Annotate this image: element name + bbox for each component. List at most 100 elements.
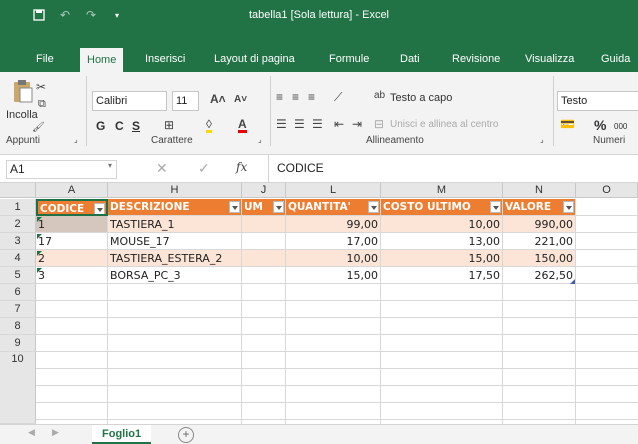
- cell-codice[interactable]: 17: [36, 233, 108, 250]
- align-center-icon[interactable]: ☰: [294, 117, 305, 131]
- empty-grid-area[interactable]: [36, 284, 638, 424]
- cell-um[interactable]: [242, 267, 286, 284]
- borders-icon[interactable]: ⊞: [164, 118, 174, 132]
- cell-um[interactable]: [242, 216, 286, 233]
- tab-help[interactable]: Guida: [601, 46, 630, 72]
- name-box-dropdown-icon[interactable]: ▾: [108, 161, 112, 170]
- cell-quantita[interactable]: 17,00: [286, 233, 381, 250]
- cell-o5[interactable]: [576, 267, 638, 284]
- dialog-launcher-icon[interactable]: ⌟: [540, 135, 544, 144]
- error-indicator-icon[interactable]: [37, 217, 42, 222]
- row-header[interactable]: 3: [0, 233, 36, 250]
- insert-function-icon[interactable]: fx: [236, 160, 247, 174]
- tab-file[interactable]: File: [36, 46, 54, 72]
- paste-label[interactable]: Incolla: [6, 109, 38, 121]
- tab-data[interactable]: Dati: [400, 46, 420, 72]
- column-header-h[interactable]: H: [108, 183, 242, 198]
- column-header-a[interactable]: A: [36, 183, 108, 198]
- column-header-m[interactable]: M: [381, 183, 503, 198]
- cell-descrizione[interactable]: BORSA_PC_3: [108, 267, 242, 284]
- percent-button[interactable]: %: [594, 117, 606, 133]
- column-header-n[interactable]: N: [503, 183, 576, 198]
- cell-descrizione[interactable]: TASTIERA_1: [108, 216, 242, 233]
- tab-page-layout[interactable]: Layout di pagina: [214, 46, 295, 72]
- indent-decrease-icon[interactable]: ⇤: [334, 117, 344, 131]
- column-header-l[interactable]: L: [286, 183, 381, 198]
- table-header-quantita[interactable]: QUANTITA': [286, 199, 381, 216]
- cell-costo-ultimo[interactable]: 17,50: [381, 267, 503, 284]
- select-all-corner[interactable]: [0, 183, 36, 198]
- name-box[interactable]: A1: [6, 160, 117, 179]
- row-header[interactable]: 2: [0, 216, 36, 233]
- formula-input[interactable]: CODICE: [268, 155, 638, 182]
- table-header-descrizione[interactable]: DESCRIZIONE: [108, 199, 242, 216]
- tab-view[interactable]: Visualizza: [525, 46, 574, 72]
- fill-color-icon[interactable]: ◊: [206, 118, 212, 133]
- tab-insert[interactable]: Inserisci: [145, 46, 185, 72]
- merge-center-button[interactable]: Unisci e allinea al centro: [390, 119, 498, 130]
- tab-review[interactable]: Revisione: [452, 46, 500, 72]
- orientation-icon[interactable]: ⟋: [334, 90, 342, 105]
- cell-um[interactable]: [242, 233, 286, 250]
- table-header-codice[interactable]: CODICE: [36, 199, 108, 216]
- row-header[interactable]: 10: [0, 352, 36, 424]
- enter-icon[interactable]: ✓: [198, 160, 210, 177]
- cell-o1[interactable]: [576, 199, 638, 216]
- cell-o2[interactable]: [576, 216, 638, 233]
- thousands-separator-button[interactable]: 000: [614, 122, 627, 131]
- align-middle-icon[interactable]: ≡: [292, 90, 299, 104]
- tab-home[interactable]: Home: [80, 48, 124, 72]
- filter-dropdown-icon[interactable]: [94, 203, 105, 214]
- row-header[interactable]: 9: [0, 335, 36, 352]
- cell-descrizione[interactable]: TASTIERA_ESTERA_2: [108, 250, 242, 267]
- cell-um[interactable]: [242, 250, 286, 267]
- cell-descrizione[interactable]: MOUSE_17: [108, 233, 242, 250]
- error-indicator-icon[interactable]: [37, 234, 42, 239]
- cell-costo-ultimo[interactable]: 10,00: [381, 216, 503, 233]
- filter-dropdown-icon[interactable]: [368, 201, 379, 213]
- font-color-icon[interactable]: A: [238, 118, 247, 133]
- tab-formulas[interactable]: Formule: [329, 46, 369, 72]
- cell-quantita[interactable]: 10,00: [286, 250, 381, 267]
- row-header[interactable]: 8: [0, 318, 36, 335]
- table-header-costo-ultimo[interactable]: COSTO ULTIMO: [381, 199, 503, 216]
- scroll-left-icon[interactable]: ◀: [28, 427, 35, 438]
- scroll-right-icon[interactable]: ▶: [52, 427, 59, 438]
- currency-icon[interactable]: 💳: [560, 117, 575, 131]
- align-top-icon[interactable]: ≡: [276, 90, 283, 104]
- cell-valore[interactable]: 221,00: [503, 233, 576, 250]
- cell-quantita[interactable]: 15,00: [286, 267, 381, 284]
- wrap-text-icon[interactable]: ab: [374, 90, 385, 101]
- cell-o4[interactable]: [576, 250, 638, 267]
- dialog-launcher-icon[interactable]: ⌟: [74, 135, 78, 144]
- copy-icon[interactable]: ⧉: [38, 98, 46, 111]
- decrease-font-icon[interactable]: A˅: [234, 94, 247, 105]
- table-header-valore[interactable]: VALORE: [503, 199, 576, 216]
- cell-codice[interactable]: 2: [36, 250, 108, 267]
- bold-button[interactable]: G: [96, 119, 105, 133]
- cell-codice[interactable]: 1: [36, 216, 108, 233]
- sheet-tab-foglio1[interactable]: Foglio1: [92, 425, 152, 444]
- error-indicator-icon[interactable]: [37, 268, 42, 273]
- increase-font-icon[interactable]: A˄: [210, 92, 226, 106]
- add-sheet-button[interactable]: +: [178, 427, 194, 443]
- row-header[interactable]: 4: [0, 250, 36, 267]
- cell-costo-ultimo[interactable]: 13,00: [381, 233, 503, 250]
- dialog-launcher-icon[interactable]: ⌟: [258, 135, 262, 144]
- row-header[interactable]: 1: [0, 199, 36, 216]
- align-bottom-icon[interactable]: ≡: [308, 90, 315, 104]
- filter-dropdown-icon[interactable]: [273, 201, 284, 213]
- cell-costo-ultimo[interactable]: 15,00: [381, 250, 503, 267]
- cancel-icon[interactable]: ✕: [156, 160, 168, 177]
- column-header-j[interactable]: J: [242, 183, 286, 198]
- merge-center-icon[interactable]: ⊟: [374, 117, 384, 131]
- number-format-select[interactable]: Testo: [557, 91, 638, 111]
- font-name-select[interactable]: Calibri: [92, 91, 167, 111]
- filter-dropdown-icon[interactable]: [490, 201, 501, 213]
- cell-o3[interactable]: [576, 233, 638, 250]
- font-size-select[interactable]: 11: [172, 91, 199, 111]
- row-header[interactable]: 7: [0, 301, 36, 318]
- cell-valore[interactable]: 990,00: [503, 216, 576, 233]
- paste-icon[interactable]: [12, 78, 34, 104]
- italic-button[interactable]: C: [115, 119, 124, 133]
